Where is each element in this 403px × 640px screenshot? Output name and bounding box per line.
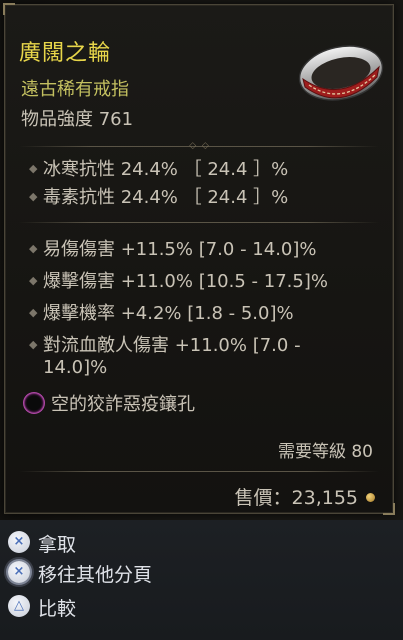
affix-stat: ◆ 爆擊機率 +4.2% [1.8 - 5.0]% <box>29 303 294 324</box>
item-name: 廣闊之輪 <box>19 41 112 66</box>
affix-stat: ◆ 易傷傷害 +11.5% [7.0 - 14.0]% <box>29 239 317 260</box>
required-level: 需要等級 80 <box>277 442 373 462</box>
implicit-stat: ◆ 毒素抗性 24.4% ［ 24.4 ］% <box>29 187 289 208</box>
compare-label: 比較 <box>38 598 77 620</box>
implicit-stat: ◆ 冰寒抗性 24.4% ［ 24.4 ］% <box>29 159 289 180</box>
gold-coin-icon <box>366 493 375 502</box>
cross-button-icon: × <box>8 561 30 583</box>
section-divider <box>19 222 379 223</box>
bullet-icon: ◆ <box>29 338 38 351</box>
sell-price: 售價：23,155 <box>235 483 375 510</box>
socket-label: 空的狡詐惡疫鑲孔 <box>51 394 195 415</box>
affix-stat-continued: 14.0]% <box>43 357 108 378</box>
controller-hints: × 拿取 × 移往其他分頁 △ 比較 <box>0 520 403 640</box>
affix-stat: ◆ 對流血敵人傷害 +11.0% [7.0 - <box>29 335 301 356</box>
ring-icon <box>298 45 384 101</box>
section-divider: ◇ ◇ <box>19 141 379 151</box>
item-tooltip: 廣闊之輪 遠古稀有戒指 物品強度 761 ◇ ◇ ◆ 冰寒抗性 24.4% ［ 2… <box>3 3 395 515</box>
bullet-icon: ◆ <box>29 162 38 175</box>
item-rarity: 遠古稀有戒指 <box>21 79 129 100</box>
take-label: 拿取 <box>38 534 77 556</box>
item-power: 物品強度 761 <box>21 109 134 130</box>
section-divider <box>19 471 379 472</box>
triangle-button-icon: △ <box>8 595 30 617</box>
move-to-tab-label: 移往其他分頁 <box>38 564 153 586</box>
bullet-icon: ◆ <box>29 306 38 319</box>
bullet-icon: ◆ <box>29 242 38 255</box>
bullet-icon: ◆ <box>29 190 38 203</box>
bullet-icon: ◆ <box>29 274 38 287</box>
cross-button-icon: × <box>8 531 30 553</box>
affix-stat: ◆ 爆擊傷害 +11.0% [10.5 - 17.5]% <box>29 271 328 292</box>
empty-socket-icon <box>23 392 45 414</box>
